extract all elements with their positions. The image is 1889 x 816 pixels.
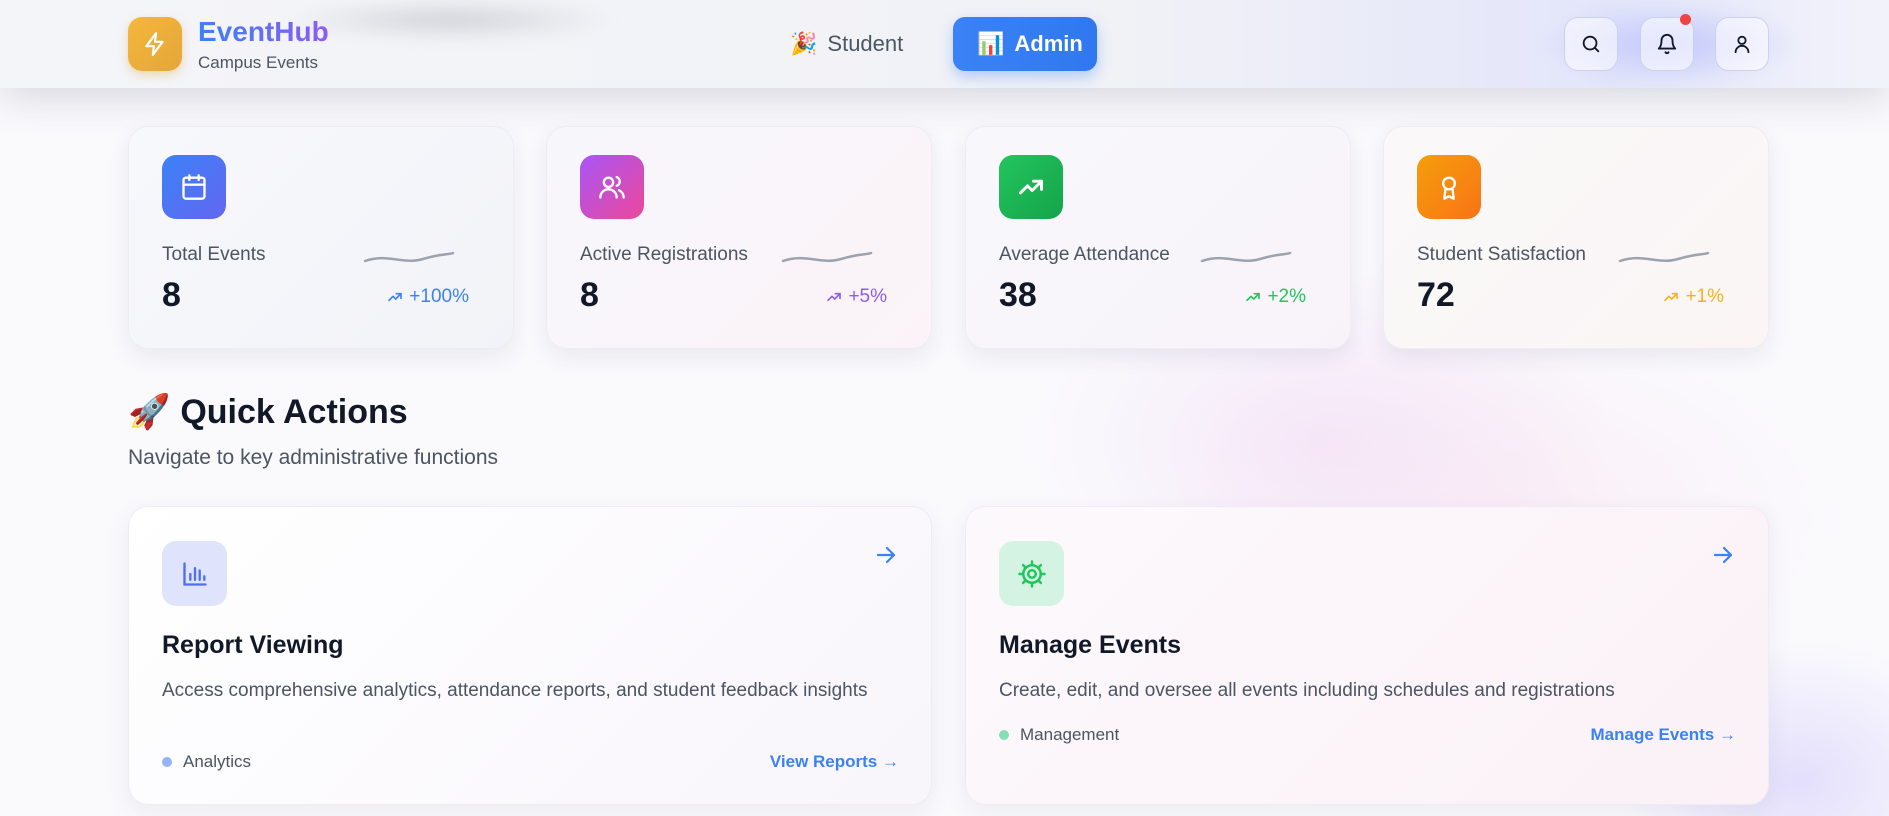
quick-actions-title: 🚀 Quick Actions [128, 392, 408, 432]
manage-events-card[interactable]: Manage Events Create, edit, and oversee … [965, 506, 1769, 805]
stat-value: 38 [999, 276, 1037, 314]
quick-actions-heading: Quick Actions [180, 392, 408, 431]
notification-dot [1680, 14, 1691, 25]
sparkline-icon [1200, 251, 1292, 263]
trending-up-icon [1246, 292, 1261, 302]
notifications-button[interactable] [1640, 14, 1694, 71]
action-tag: Analytics [162, 752, 251, 772]
stat-icon-badge [580, 155, 644, 219]
stat-trend: +5% [826, 286, 887, 308]
bar-chart-emoji-icon: 📊 [977, 31, 1005, 56]
trending-up-icon [827, 292, 842, 302]
action-tag-label: Analytics [183, 752, 252, 771]
stat-card-average-attendance[interactable]: Average Attendance 38 +2% [965, 126, 1351, 349]
logo-badge[interactable] [128, 17, 182, 71]
stat-value: 8 [580, 276, 599, 314]
action-tag: Management [999, 725, 1119, 745]
stat-card-total-events[interactable]: Total Events 8 +100% [128, 126, 514, 349]
trending-up-icon [388, 292, 403, 302]
stat-icon-badge [999, 155, 1063, 219]
stat-label: Student Satisfaction [1417, 244, 1586, 265]
stat-icon-badge [1417, 155, 1481, 219]
quick-actions-subtitle: Navigate to key administrative functions [128, 446, 499, 469]
action-title: Manage Events [999, 631, 1182, 659]
stat-trend-value: +100% [409, 286, 469, 307]
stat-trend-value: +1% [1685, 286, 1724, 307]
tag-dot [999, 730, 1009, 740]
report-viewing-card[interactable]: Report Viewing Access comprehensive anal… [128, 506, 932, 805]
calendar-icon [182, 174, 206, 200]
search-icon [1582, 35, 1600, 53]
sparkline-icon [1618, 251, 1710, 263]
action-icon-badge [999, 541, 1064, 606]
stat-trend-value: +5% [848, 286, 887, 307]
stat-label: Average Attendance [999, 244, 1170, 265]
nav-admin-label: Admin [1014, 31, 1083, 56]
nav-student-label: Student [827, 31, 904, 56]
user-icon [1734, 35, 1750, 54]
nav-admin-button[interactable]: 📊 Admin [953, 17, 1097, 71]
stat-value: 72 [1417, 276, 1455, 314]
stat-value: 8 [162, 276, 181, 314]
manage-events-link[interactable]: Manage Events → [1591, 725, 1737, 745]
action-description: Access comprehensive analytics, attendan… [162, 680, 868, 701]
rocket-icon: 🚀 [128, 393, 171, 431]
trending-up-icon [1664, 292, 1679, 302]
gear-icon [1017, 559, 1046, 588]
stat-label: Total Events [162, 244, 266, 265]
stat-trend: +2% [1245, 286, 1306, 308]
bell-icon [1657, 34, 1677, 55]
trending-up-icon [1019, 179, 1043, 195]
stat-label: Active Registrations [580, 244, 748, 265]
nav-student-button[interactable]: 🎉 Student [766, 17, 927, 71]
bar-chart-icon [182, 561, 207, 586]
arrow-right-icon[interactable] [1711, 543, 1735, 567]
brand-name[interactable]: EventHub [198, 16, 329, 48]
action-title: Report Viewing [162, 631, 344, 659]
sparkline-icon [363, 251, 455, 263]
stat-trend-value: +2% [1267, 286, 1306, 307]
lightning-bolt-icon [145, 32, 164, 56]
search-button[interactable] [1564, 17, 1618, 71]
sparkline-icon [781, 251, 873, 263]
brand-subtitle: Campus Events [198, 53, 318, 72]
stat-icon-badge [162, 155, 226, 219]
party-popper-icon: 🎉 [790, 31, 818, 56]
view-reports-link[interactable]: View Reports → [770, 752, 899, 772]
arrow-right-icon[interactable] [874, 543, 898, 567]
stat-trend: +100% [387, 286, 469, 308]
action-description: Create, edit, and oversee all events inc… [999, 680, 1615, 701]
action-tag-label: Management [1020, 725, 1120, 744]
users-icon [599, 175, 625, 199]
profile-button[interactable] [1715, 17, 1769, 71]
action-icon-badge [162, 541, 227, 606]
top-header: EventHub Campus Events 🎉 Student 📊 Admin [0, 0, 1889, 88]
stat-trend: +1% [1663, 286, 1724, 308]
award-icon [1442, 176, 1456, 200]
stat-card-active-registrations[interactable]: Active Registrations 8 +5% [546, 126, 932, 349]
tag-dot [162, 757, 172, 767]
stat-card-student-satisfaction[interactable]: Student Satisfaction 72 +1% [1383, 126, 1769, 349]
